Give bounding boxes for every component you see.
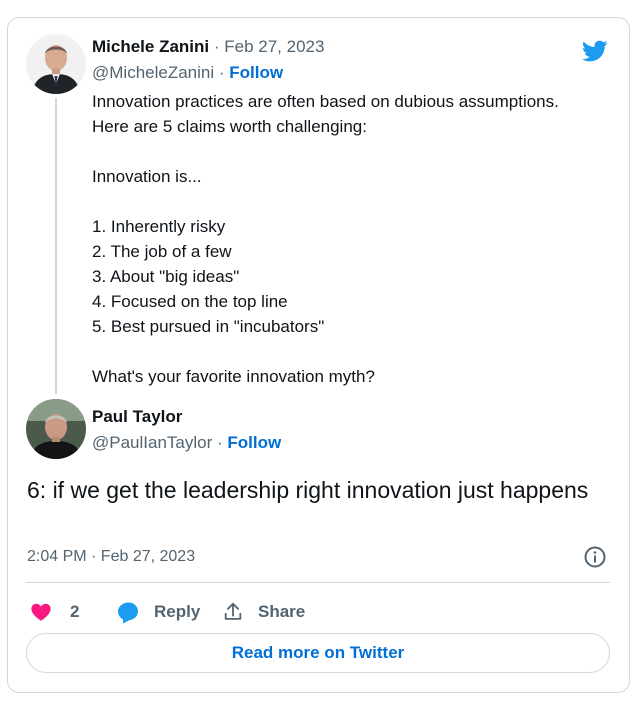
quoted-author-name[interactable]: Michele Zanini bbox=[92, 37, 209, 56]
quoted-text-list-item: 5. Best pursued in "incubators" bbox=[92, 317, 325, 336]
info-icon[interactable] bbox=[583, 545, 607, 569]
quoted-text-list-item: 2. The job of a few bbox=[92, 242, 232, 261]
quoted-text-line: What's your favorite innovation myth? bbox=[92, 367, 375, 386]
avatar-paul-taylor[interactable] bbox=[26, 399, 86, 459]
thread-connector-line bbox=[55, 98, 57, 394]
quoted-text-blank-line bbox=[92, 139, 622, 164]
reply-author-name[interactable]: Paul Taylor bbox=[92, 407, 182, 426]
follow-separator: · bbox=[212, 433, 228, 452]
quoted-author-handle[interactable]: @MicheleZanini bbox=[92, 63, 214, 82]
quoted-text-list-item: 3. About "big ideas" bbox=[92, 267, 240, 286]
quoted-text-line: Innovation is... bbox=[92, 167, 202, 186]
twitter-bird-icon[interactable] bbox=[580, 38, 610, 64]
reply-label: Reply bbox=[154, 602, 201, 621]
reply-handle-row: @PaulIanTaylor · Follow bbox=[92, 432, 281, 454]
reply-tweet-text: 6: if we get the leadership right innova… bbox=[27, 477, 589, 503]
like-count: 2 bbox=[70, 602, 80, 621]
reply-author-handle[interactable]: @PaulIanTaylor bbox=[92, 433, 212, 452]
share-label: Share bbox=[258, 602, 306, 621]
divider bbox=[26, 582, 610, 583]
heart-icon bbox=[31, 603, 51, 621]
quoted-text-line: Here are 5 claims worth challenging: bbox=[92, 117, 367, 136]
quoted-text-blank-line bbox=[92, 189, 622, 214]
follow-button-reply[interactable]: Follow bbox=[227, 433, 281, 452]
avatar-michele-zanini[interactable] bbox=[26, 34, 86, 94]
embedded-tweet-card: Michele Zanini · Feb 27, 2023 @MicheleZa… bbox=[7, 17, 630, 693]
reply-button[interactable]: Reply bbox=[116, 597, 200, 627]
read-more-on-twitter-button[interactable]: Read more on Twitter bbox=[26, 633, 610, 673]
quoted-author-row: Michele Zanini · Feb 27, 2023 bbox=[92, 36, 324, 58]
quoted-tweet-date[interactable]: Feb 27, 2023 bbox=[224, 37, 324, 56]
quoted-handle-row: @MicheleZanini · Follow bbox=[92, 62, 283, 84]
tweet-actions-bar: 2 Reply Share bbox=[26, 597, 616, 627]
like-button[interactable]: 2 bbox=[30, 597, 79, 627]
follow-separator: · bbox=[214, 63, 230, 82]
reply-author-row: Paul Taylor bbox=[92, 406, 182, 428]
quoted-date-separator: · bbox=[209, 37, 225, 56]
share-icon bbox=[224, 602, 242, 620]
quoted-text-list-item: 1. Inherently risky bbox=[92, 217, 226, 236]
quoted-text-list-item: 4. Focused on the top line bbox=[92, 292, 288, 311]
share-button[interactable]: Share bbox=[222, 597, 305, 627]
tweet-timestamp[interactable]: 2:04 PM · Feb 27, 2023 bbox=[27, 546, 195, 568]
quoted-text-blank-line bbox=[92, 339, 622, 364]
follow-button-quoted[interactable]: Follow bbox=[229, 63, 283, 82]
reply-bubble-icon bbox=[118, 602, 138, 624]
quoted-tweet-text: Innovation practices are often based on … bbox=[92, 89, 622, 389]
quoted-text-line: Innovation practices are often based on … bbox=[92, 92, 559, 111]
